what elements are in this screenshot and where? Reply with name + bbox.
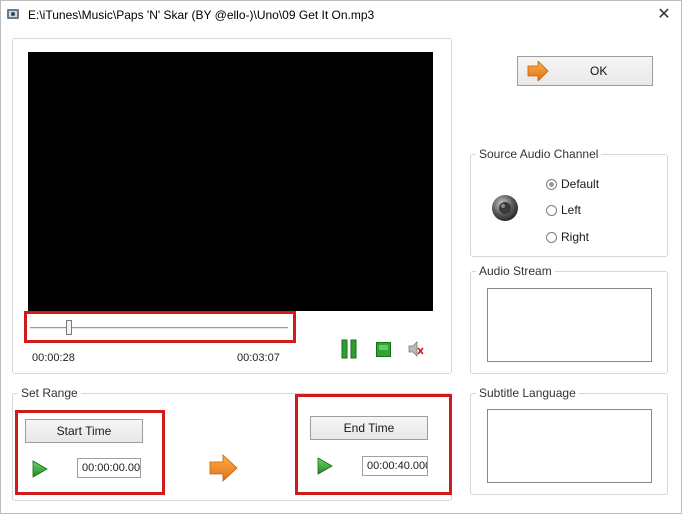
radio-right[interactable]: Right	[546, 230, 589, 244]
speaker-icon	[490, 193, 520, 223]
radio-right-indicator[interactable]	[546, 231, 557, 243]
radio-default-indicator[interactable]	[546, 178, 557, 190]
arrow-right-icon	[209, 454, 238, 482]
radio-left-label: Left	[561, 203, 582, 217]
stop-icon[interactable]	[376, 342, 391, 357]
close-button[interactable]: ✕	[652, 4, 676, 26]
pause-icon[interactable]	[341, 339, 357, 359]
end-time-button[interactable]: End Time	[310, 416, 428, 440]
arrow-right-icon	[527, 60, 549, 82]
source-audio-channel-legend: Source Audio Channel	[476, 147, 602, 161]
subtitle-language-list[interactable]	[487, 409, 652, 483]
video-screen	[28, 52, 433, 311]
seek-slider-thumb[interactable]	[65, 320, 72, 335]
set-range-legend: Set Range	[18, 386, 81, 400]
play-icon[interactable]	[317, 457, 333, 475]
mute-icon[interactable]	[407, 340, 425, 358]
play-icon[interactable]	[32, 460, 48, 478]
app-icon	[6, 7, 20, 21]
start-time-button[interactable]: Start Time	[25, 419, 143, 443]
radio-right-label: Right	[561, 230, 590, 244]
end-time-highlight	[295, 394, 452, 495]
radio-default-label: Default	[561, 177, 600, 191]
radio-left-indicator[interactable]	[546, 204, 557, 216]
audio-stream-legend: Audio Stream	[476, 264, 555, 278]
start-time-field[interactable]: 00:00:00.000	[77, 458, 141, 478]
end-time-field[interactable]: 00:00:40.000	[362, 456, 428, 476]
audio-stream-list[interactable]	[487, 288, 652, 362]
radio-left[interactable]: Left	[546, 203, 581, 217]
total-time: 00:03:07	[237, 352, 280, 364]
window-title: E:\iTunes\Music\Paps 'N' Skar (BY @ello-…	[28, 8, 375, 22]
subtitle-language-legend: Subtitle Language	[476, 386, 579, 400]
current-time: 00:00:28	[32, 352, 75, 364]
radio-default[interactable]: Default	[546, 177, 599, 191]
ok-label: OK	[590, 64, 608, 78]
